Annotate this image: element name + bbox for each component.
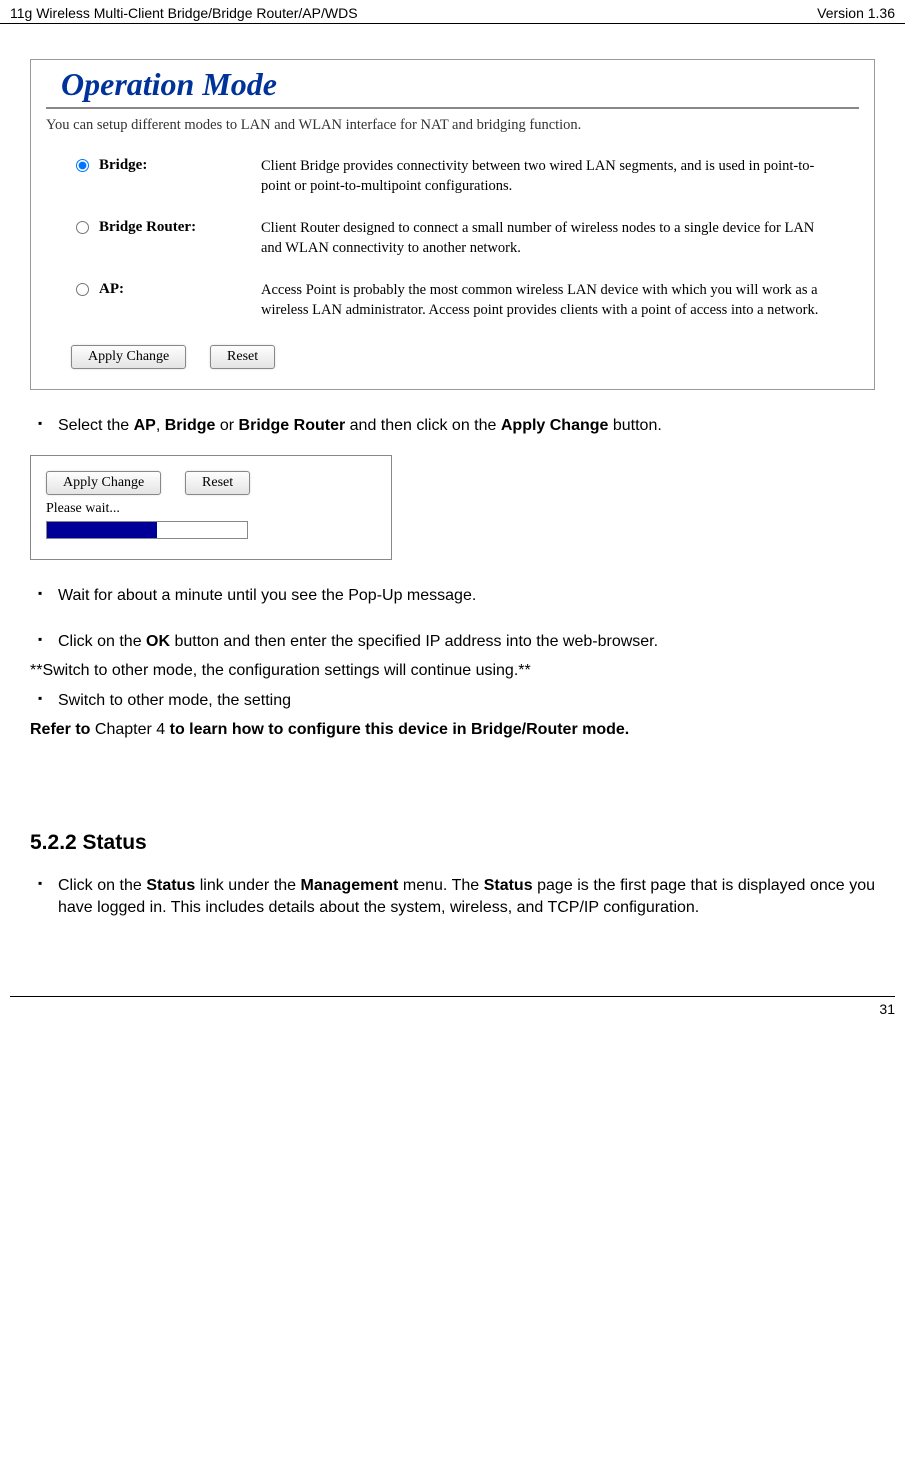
radio-bridge-router[interactable]: [76, 221, 89, 234]
text: ,: [156, 417, 165, 434]
option-bridge-desc: Client Bridge provides connectivity betw…: [261, 157, 844, 196]
bold-ok: OK: [146, 633, 170, 650]
header-left: 11g Wireless Multi-Client Bridge/Bridge …: [10, 5, 358, 21]
progress-panel: Apply Change Reset Please wait...: [30, 455, 392, 560]
refer-line: Refer to Chapter 4 to learn how to confi…: [30, 719, 875, 741]
option-ap-desc: Access Point is probably the most common…: [261, 281, 844, 320]
bold-refer-2: to learn how to configure this device in…: [170, 721, 630, 738]
apply-change-button[interactable]: Apply Change: [71, 345, 186, 369]
radio-ap[interactable]: [76, 283, 89, 296]
bold-ap: AP: [134, 417, 156, 434]
bold-refer: Refer to: [30, 721, 95, 738]
page-number: 31: [879, 1001, 895, 1017]
page-footer: 31: [10, 996, 895, 1017]
bold-apply-change: Apply Change: [501, 417, 609, 434]
progress-bar: [46, 521, 248, 539]
apply-change-button-2[interactable]: Apply Change: [46, 471, 161, 495]
text: link under the: [195, 877, 300, 894]
bold-status: Status: [146, 877, 195, 894]
switch-note-line: **Switch to other mode, the configuratio…: [30, 660, 875, 682]
operation-mode-title: Operation Mode: [46, 60, 859, 109]
text: or: [215, 417, 238, 434]
bullet-ok: Click on the OK button and then enter th…: [30, 631, 875, 653]
page-content: Operation Mode You can setup different m…: [0, 24, 905, 936]
text: Chapter 4: [95, 721, 170, 738]
section-heading-status: 5.2.2 Status: [30, 831, 875, 855]
operation-mode-intro: You can setup different modes to LAN and…: [31, 109, 874, 149]
progress-panel-buttons: Apply Change Reset: [46, 471, 376, 495]
text: and then click on the: [345, 417, 501, 434]
option-ap-row: AP: Access Point is probably the most co…: [31, 273, 874, 335]
option-bridge-router-row: Bridge Router: Client Router designed to…: [31, 211, 874, 273]
option-bridge-router[interactable]: Bridge Router:: [71, 219, 261, 236]
progress-fill: [47, 522, 157, 538]
bold-management: Management: [301, 877, 399, 894]
option-bridge[interactable]: Bridge:: [71, 157, 261, 174]
option-bridge-router-desc: Client Router designed to connect a smal…: [261, 219, 844, 258]
reset-button-2[interactable]: Reset: [185, 471, 250, 495]
operation-mode-panel: Operation Mode You can setup different m…: [30, 59, 875, 390]
option-ap[interactable]: AP:: [71, 281, 261, 298]
text: Select the: [58, 417, 134, 434]
option-bridge-label: Bridge:: [99, 157, 147, 174]
bullet-select: Select the AP, Bridge or Bridge Router a…: [30, 415, 875, 437]
reset-button[interactable]: Reset: [210, 345, 275, 369]
radio-bridge[interactable]: [76, 159, 89, 172]
text: Click on the: [58, 877, 146, 894]
bold-bridge: Bridge: [165, 417, 216, 434]
option-bridge-row: Bridge: Client Bridge provides connectiv…: [31, 149, 874, 211]
text: menu. The: [398, 877, 483, 894]
text: button and then enter the specified IP a…: [170, 633, 658, 650]
operation-mode-buttons: Apply Change Reset: [31, 335, 874, 389]
text: Click on the: [58, 633, 146, 650]
option-ap-label: AP:: [99, 281, 124, 298]
bullet-wait: Wait for about a minute until you see th…: [30, 585, 875, 607]
please-wait-text: Please wait...: [46, 501, 376, 517]
page-header: 11g Wireless Multi-Client Bridge/Bridge …: [0, 0, 905, 24]
option-bridge-router-label: Bridge Router:: [99, 219, 196, 236]
header-right: Version 1.36: [817, 5, 895, 21]
bold-status-2: Status: [484, 877, 533, 894]
text: button.: [608, 417, 661, 434]
bullet-switch: Switch to other mode, the setting: [30, 690, 875, 712]
bold-bridge-router: Bridge Router: [239, 417, 346, 434]
bullet-status: Click on the Status link under the Manag…: [30, 875, 875, 918]
